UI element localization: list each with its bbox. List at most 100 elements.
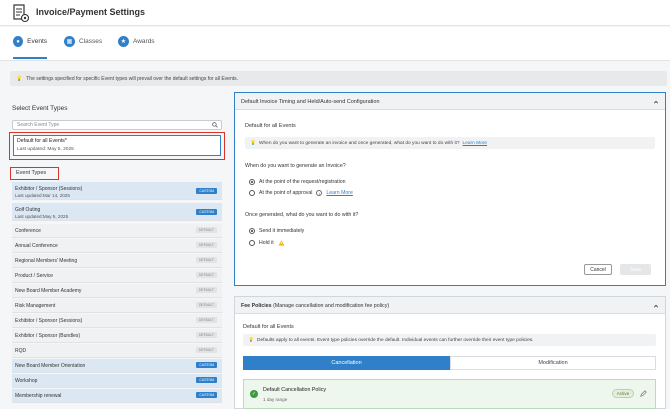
status-badge: CUSTOM [196, 362, 217, 368]
status-badge: DEFAULT [195, 227, 217, 233]
event-types-label: Event Types [16, 170, 47, 176]
event-type-item[interactable]: Workshop CUSTOM [12, 374, 222, 388]
radio-button[interactable] [249, 179, 255, 185]
tab-classes[interactable]: ▦ Classes [64, 36, 104, 59]
event-type-item[interactable]: Exhibitor / Sponsor (Sessions) Last updat… [12, 182, 222, 200]
event-type-item[interactable]: Exhibitor / Sponsor (Sessions) DEFAULT [12, 314, 222, 328]
panel-header: Fee Policies (Manage cancellation and mo… [235, 297, 665, 314]
check-circle-icon: ✓ [250, 390, 258, 398]
status-badge: CUSTOM [196, 392, 217, 398]
status-badge: DEFAULT [195, 242, 217, 248]
radio-label: At the point of the request/registration [259, 179, 346, 185]
event-type-item[interactable]: Annual Conference DEFAULT [12, 239, 222, 253]
invoice-timing-panel: Default Invoice Timing and Held/Auto-sen… [234, 92, 666, 286]
radio-option-request[interactable]: At the point of the request/registration [249, 179, 346, 185]
info-banner-text: The settings specified for specific Even… [26, 75, 239, 82]
chevron-up-icon[interactable] [653, 303, 659, 309]
radio-label: Send it immediately [259, 228, 305, 234]
radio-option-approval[interactable]: At the point of approval i Learn More [249, 190, 353, 196]
event-type-name: New Board Member Academy [15, 288, 82, 294]
event-type-item[interactable]: Golf Outing Last updated:May 5, 2025 CUSTO… [12, 203, 222, 221]
cancel-button[interactable]: Cancel [584, 264, 612, 275]
generate-invoice-question: When do you want to generate an Invoice? [245, 163, 346, 169]
radio-button[interactable] [249, 228, 255, 234]
tab-cancellation[interactable]: Cancellation [243, 356, 450, 370]
fee-help-box: 💡 Defaults apply to all events. Event ty… [243, 334, 656, 346]
page-header: Invoice/Payment Settings [0, 0, 670, 26]
search-placeholder: Search Event Type [17, 122, 60, 128]
lightbulb-icon: 💡 [248, 337, 254, 343]
learn-more-link[interactable]: Learn More [463, 141, 488, 146]
event-type-item[interactable]: New Board Member Orientation CUSTOM [12, 359, 222, 373]
timing-help-box: 💡 When do you want to generate an invoic… [245, 137, 655, 149]
event-type-item[interactable]: Membership renewal CUSTOM [12, 389, 222, 403]
pencil-icon[interactable] [640, 390, 647, 397]
event-type-name: Product / Service [15, 273, 54, 279]
default-for-all-events-item[interactable]: Default for all Events* Last updated: Ma… [13, 135, 221, 156]
info-banner: 💡 The settings specified for specific Ev… [10, 71, 667, 86]
once-generated-question: Once generated, what do you want to do w… [245, 212, 359, 218]
event-type-item[interactable]: Conference DEFAULT [12, 224, 222, 238]
event-type-name: Annual Conference [15, 243, 58, 249]
chevron-up-icon[interactable] [653, 99, 659, 105]
event-type-name: Membership renewal [15, 393, 62, 399]
event-type-name: New Board Member Orientation [15, 363, 86, 369]
radio-label: At the point of approval [259, 190, 313, 196]
panel-title: Fee Policies (Manage cancellation and mo… [241, 303, 390, 309]
timing-help-text: When do you want to generate an invoice … [258, 140, 460, 146]
status-badge: CUSTOM [196, 377, 217, 383]
learn-more-link[interactable]: Learn More [326, 190, 353, 196]
event-type-item[interactable]: Product / Service DEFAULT [12, 269, 222, 283]
radio-option-send[interactable]: Send it immediately [249, 228, 304, 234]
default-item-updated: Last updated: May 5, 2025 [17, 147, 74, 152]
page-title: Invoice/Payment Settings [36, 7, 146, 17]
event-type-name: Exhibitor / Sponsor (Sessions) [15, 318, 83, 324]
event-type-name: RQD [15, 348, 27, 354]
status-badge: DEFAULT [195, 347, 217, 353]
timing-subtitle: Default for all Events [245, 123, 296, 129]
tab-modification[interactable]: Modification [450, 356, 656, 370]
status-badge: DEFAULT [195, 317, 217, 323]
classes-icon: ▦ [64, 36, 75, 47]
event-type-item[interactable]: New Board Member Academy DEFAULT [12, 284, 222, 298]
info-icon[interactable]: i [316, 190, 323, 196]
search-event-type-input[interactable]: Search Event Type [12, 120, 222, 130]
warning-icon [278, 240, 285, 246]
event-type-name: Exhibitor / Sponsor (Sessions) [15, 186, 83, 192]
tab-events[interactable]: ● Events [13, 36, 47, 59]
tab-bar: ● Events ▦ Classes ★ Awards [0, 27, 670, 61]
status-badge: DEFAULT [195, 302, 217, 308]
event-type-item[interactable]: Exhibitor / Sponsor (Bundles) DEFAULT [12, 329, 222, 343]
select-event-types-title: Select Event Types [12, 105, 68, 112]
status-badge: CUSTOM [196, 188, 217, 194]
panel-header: Default Invoice Timing and Held/Auto-sen… [235, 93, 665, 110]
status-badge: DEFAULT [195, 272, 217, 278]
event-type-name: Golf Outing [15, 207, 41, 213]
radio-button[interactable] [249, 190, 255, 196]
status-badge: DEFAULT [195, 257, 217, 263]
event-type-item[interactable]: RQD DEFAULT [12, 344, 222, 358]
lightbulb-icon: 💡 [16, 75, 23, 82]
events-icon: ● [13, 36, 24, 47]
event-type-updated: Last updated:Mar 14, 2025 [15, 193, 70, 198]
radio-option-hold[interactable]: Hold it [249, 240, 285, 246]
default-item-name: Default for all Events* [17, 138, 67, 144]
fee-subtitle: Default for all Events [243, 324, 294, 330]
document-settings-icon [13, 4, 30, 23]
status-badge: DEFAULT [195, 332, 217, 338]
event-type-name: Regional Members' Meeting [15, 258, 78, 264]
lightbulb-icon: 💡 [250, 140, 256, 146]
radio-button[interactable] [249, 240, 255, 246]
event-type-name: Exhibitor / Sponsor (Bundles) [15, 333, 81, 339]
awards-icon: ★ [118, 36, 129, 47]
event-type-item[interactable]: Regional Members' Meeting DEFAULT [12, 254, 222, 268]
policy-range: 1 day range [263, 397, 288, 402]
radio-label: Hold it [259, 240, 274, 246]
tab-awards[interactable]: ★ Awards [118, 36, 156, 59]
event-type-item[interactable]: Risk Management DEFAULT [12, 299, 222, 313]
search-icon[interactable] [212, 122, 218, 128]
event-type-name: Risk Management [15, 303, 56, 309]
status-badge: DEFAULT [195, 287, 217, 293]
cancellation-policy-card[interactable]: ✓ Default Cancellation Policy 1 day rang… [243, 379, 656, 409]
save-button[interactable]: Save [620, 264, 651, 275]
